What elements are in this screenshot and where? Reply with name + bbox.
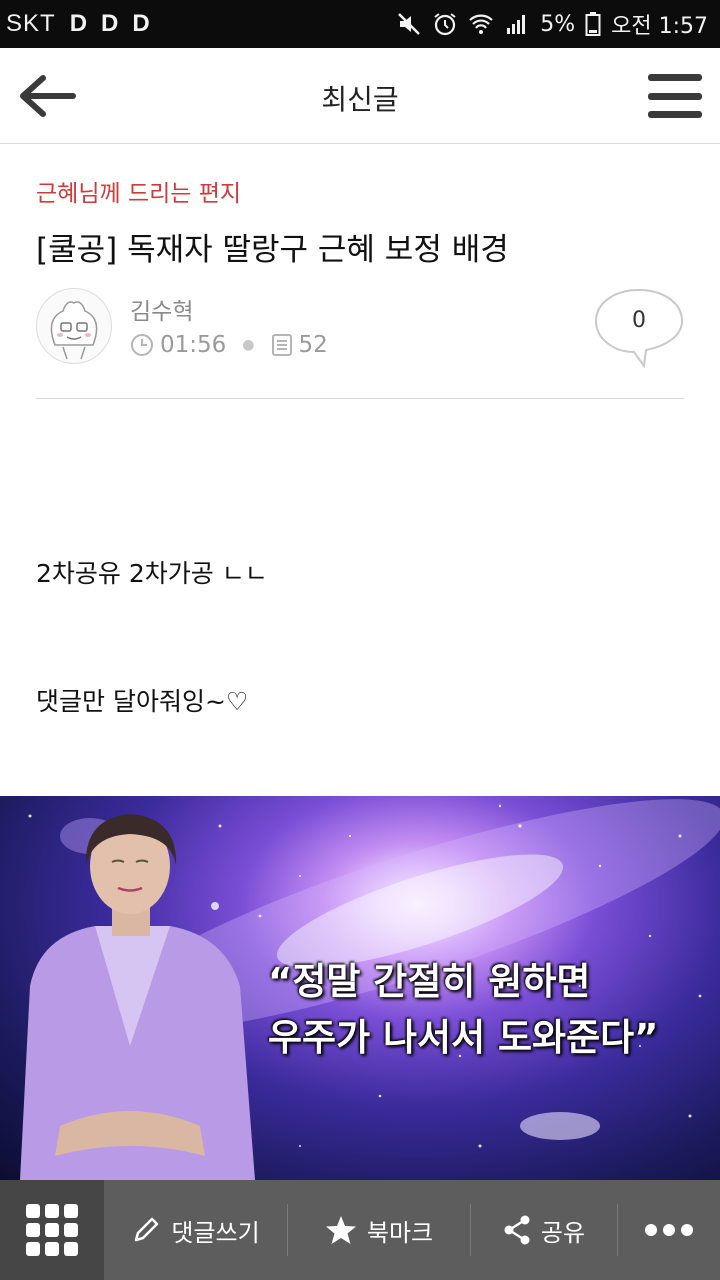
post-body-line-2: 댓글만 달아줘잉~♡ (36, 687, 249, 716)
share-label: 공유 (540, 1218, 586, 1247)
more-options-button[interactable] (618, 1180, 720, 1280)
pencil-icon (135, 1217, 159, 1242)
comment-count-button[interactable]: 0 (594, 288, 684, 369)
signal-icon (504, 11, 530, 37)
bookmark-button[interactable]: 북마크 (288, 1180, 470, 1280)
clock: 오전 1:57 (611, 14, 708, 39)
menu-line (648, 111, 702, 118)
bottom-toolbar: 댓글쓰기 북마크 공유 (0, 1180, 720, 1280)
image-caption: “정말 간절히 원하면 우주가 나서서 도와준다” (268, 954, 658, 1066)
write-comment-label: 댓글쓰기 (171, 1218, 260, 1247)
wifi-icon (468, 11, 494, 37)
battery-icon (585, 11, 601, 37)
comment-count: 0 (632, 308, 646, 333)
status-bar: SKT D D D 5% 오전 1:57 (0, 0, 720, 48)
status-left: SKT D D D (6, 10, 150, 38)
hamburger-menu-icon[interactable] (648, 70, 702, 122)
grid-menu-icon (26, 1204, 78, 1256)
meta-separator: ● (242, 337, 255, 353)
app-badge-3: D (132, 10, 150, 37)
title-bar: 최신글 (0, 48, 720, 144)
views-icon (271, 334, 292, 356)
image-caption-line-1: “정말 간절히 원하면 (268, 960, 591, 1003)
battery-percent: 5% (540, 11, 576, 37)
menu-line (648, 92, 702, 100)
post-category-link[interactable]: 근혜님께 드리는 편지 (36, 174, 241, 208)
post-body-line-1: 2차공유 2차가공 ㄴㄴ (36, 559, 268, 588)
avatar-character-icon (50, 301, 98, 360)
post-views: 52 (298, 332, 328, 358)
page-title: 최신글 (321, 83, 399, 116)
clock-icon (131, 334, 153, 356)
alarm-icon (432, 11, 458, 37)
star-icon (325, 1216, 356, 1244)
status-right: 5% 오전 1:57 (396, 8, 708, 40)
mute-icon (396, 11, 422, 37)
content-divider (36, 398, 684, 399)
share-icon (504, 1215, 530, 1245)
post-meta: 01:56 ● 52 (130, 332, 328, 358)
image-caption-line-2: 우주가 나서서 도와준다” (268, 1016, 659, 1059)
carrier-label: SKT (6, 10, 56, 37)
author-name[interactable]: 김수혁 (130, 292, 193, 326)
post-image[interactable]: “정말 간절히 원하면 우주가 나서서 도와준다” (0, 796, 720, 1180)
write-comment-button[interactable]: 댓글쓰기 (104, 1180, 287, 1280)
more-dots-icon (645, 1224, 693, 1236)
post-time: 01:56 (160, 332, 227, 358)
author-avatar[interactable] (36, 288, 112, 364)
grid-menu-button[interactable] (0, 1180, 104, 1280)
app-badge-1: D (69, 10, 88, 37)
share-button[interactable]: 공유 (471, 1180, 617, 1280)
bookmark-label: 북마크 (366, 1218, 434, 1247)
person-figure (20, 814, 255, 1180)
post-title: [쿨공] 독재자 딸랑구 근혜 보정 배경 (36, 232, 509, 268)
app-badge-2: D (101, 10, 119, 37)
menu-line (648, 74, 702, 81)
